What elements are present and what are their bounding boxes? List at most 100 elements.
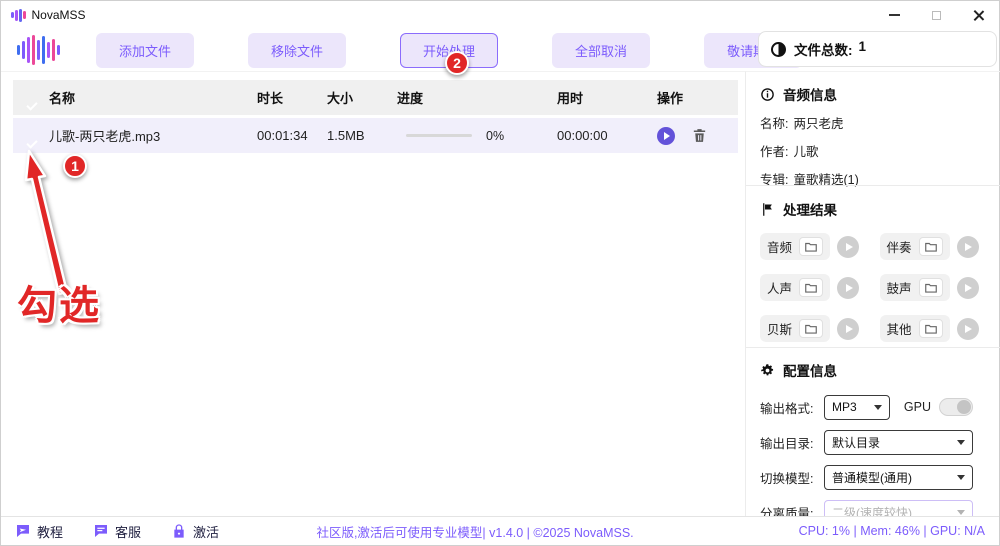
- open-folder-button[interactable]: [918, 237, 943, 256]
- titlebar-left: NovaMSS: [11, 8, 86, 22]
- file-count-panel: 文件总数: 1: [758, 31, 997, 67]
- header-actions: 操作: [657, 91, 684, 106]
- result-play-button[interactable]: [956, 235, 979, 258]
- chevron-down-icon: [957, 509, 965, 515]
- model-value: 普通模型(通用): [832, 470, 912, 485]
- tutorial-button[interactable]: 教程: [15, 522, 63, 541]
- result-label: 音频: [767, 241, 793, 255]
- audio-info-header: 音频信息: [760, 84, 991, 104]
- divider: [746, 185, 1000, 186]
- progress-bar: [406, 134, 472, 137]
- config-header: 配置信息: [760, 360, 973, 380]
- result-play-button[interactable]: [837, 276, 860, 299]
- open-folder-button[interactable]: [918, 319, 943, 338]
- model-label: 切换模型:: [760, 471, 814, 486]
- toolbar-buttons: 添加文件 移除文件 开始处理 全部取消 敬请期待: [96, 32, 803, 68]
- config-row-model: 切换模型: 普通模型(通用): [760, 464, 973, 490]
- support-label: 客服: [115, 524, 142, 540]
- audio-field-artist: 作者: 儿歌: [760, 141, 991, 160]
- folder-icon: [924, 324, 937, 334]
- flag-icon: [763, 202, 772, 216]
- trash-icon: [693, 129, 706, 142]
- output-format-select[interactable]: MP3: [824, 394, 890, 420]
- result-label: 鼓声: [886, 282, 912, 296]
- field-value: 两只老虎: [793, 117, 844, 131]
- config-row-output-dir: 输出目录: 默认目录: [760, 429, 973, 455]
- open-folder-button[interactable]: [799, 319, 824, 338]
- result-label: 贝斯: [767, 323, 793, 337]
- row-file-name: 儿歌-两只老虎.mp3: [49, 129, 161, 144]
- result-play-button[interactable]: [837, 235, 860, 258]
- config-section: 配置信息 输出格式: MP3 GPU 输出目录: 默认目录 切换模型: 普通模型…: [760, 360, 973, 534]
- result-item-other: 其他: [879, 315, 990, 342]
- results-title: 处理结果: [783, 203, 837, 218]
- result-play-button[interactable]: [956, 276, 979, 299]
- model-select[interactable]: 普通模型(通用): [824, 464, 973, 490]
- header-elapsed: 用时: [557, 91, 584, 106]
- start-processing-button[interactable]: 开始处理: [400, 32, 499, 68]
- statusbar-left: 教程 客服 激活: [15, 522, 219, 541]
- result-pill: 伴奏: [879, 233, 950, 260]
- chat-send-icon: [17, 525, 29, 537]
- config-row-format: 输出格式: MP3 GPU: [760, 394, 973, 420]
- maximize-button[interactable]: [915, 1, 957, 29]
- edition-version-text: 社区版,激活后可使用专业模型| v1.4.0 | ©2025 NovaMSS.: [316, 525, 634, 540]
- file-count-label: 文件总数:: [794, 43, 853, 58]
- row-elapsed: 00:00:00: [557, 128, 608, 143]
- app-window: NovaMSS 添加文件 移除文件 开始处理 全部取消 敬请期待 文件总数: 1…: [0, 0, 1000, 546]
- open-folder-button[interactable]: [799, 237, 824, 256]
- close-icon: [973, 10, 984, 21]
- system-metrics-text: CPU: 1% | Mem: 46% | GPU: N/A: [798, 524, 985, 538]
- result-play-button[interactable]: [956, 317, 979, 340]
- open-folder-button[interactable]: [918, 278, 943, 297]
- output-dir-value: 默认目录: [832, 435, 881, 450]
- folder-icon: [805, 242, 817, 252]
- minimize-icon: [888, 14, 900, 16]
- row-progress-cell: 0%: [397, 129, 557, 143]
- result-play-button[interactable]: [837, 317, 860, 340]
- result-item-bass: 贝斯: [760, 315, 870, 342]
- field-label: 作者:: [760, 145, 789, 159]
- chevron-down-icon: [957, 439, 965, 445]
- config-rows: 输出格式: MP3 GPU 输出目录: 默认目录 切换模型: 普通模型(通用) …: [760, 394, 973, 525]
- result-item-drums: 鼓声: [879, 274, 990, 301]
- sidebar: 音频信息 名称: 两只老虎 作者: 儿歌 专辑: 童歌精选(1) 处理结果 音频…: [746, 71, 1000, 525]
- result-pill: 其他: [879, 315, 950, 342]
- waveform-logo-icon: [17, 33, 60, 67]
- progress-value: 0%: [486, 128, 505, 143]
- row-play-button[interactable]: [657, 126, 675, 145]
- message-icon: [95, 525, 108, 537]
- close-button[interactable]: [957, 1, 999, 29]
- field-value: 儿歌: [793, 145, 819, 159]
- statusbar: 教程 客服 激活 社区版,激活后可使用专业模型| v1.4.0 | ©2025 …: [1, 516, 999, 545]
- add-files-button[interactable]: 添加文件: [96, 32, 195, 68]
- result-label: 其他: [886, 323, 912, 337]
- activate-button[interactable]: 激活: [171, 522, 219, 541]
- table-header-row: 名称 时长 大小 进度 用时 操作: [13, 80, 738, 115]
- titlebar: NovaMSS: [1, 1, 999, 29]
- open-folder-button[interactable]: [799, 278, 824, 297]
- maximize-icon: [931, 10, 941, 20]
- header-size: 大小: [327, 91, 354, 106]
- output-format-value: MP3: [832, 400, 857, 414]
- gpu-toggle[interactable]: [939, 398, 973, 416]
- result-pill: 音频: [760, 233, 831, 260]
- row-actions-cell: [657, 126, 738, 145]
- file-count-text: 文件总数: 1: [794, 39, 866, 59]
- toolbar: 添加文件 移除文件 开始处理 全部取消 敬请期待: [1, 31, 803, 69]
- result-item-accompaniment: 伴奏: [879, 233, 990, 260]
- gear-icon: [761, 363, 774, 375]
- cancel-all-button[interactable]: 全部取消: [552, 32, 651, 68]
- row-delete-button[interactable]: [691, 127, 708, 144]
- header-progress: 进度: [397, 91, 424, 106]
- remove-files-button[interactable]: 移除文件: [248, 32, 347, 68]
- audio-field-name: 名称: 两只老虎: [760, 113, 991, 132]
- table-row: 儿歌-两只老虎.mp3 00:01:34 1.5MB 0% 00:00:00: [13, 118, 738, 153]
- header-name: 名称: [49, 91, 76, 106]
- chevron-down-icon: [957, 474, 965, 480]
- support-button[interactable]: 客服: [93, 522, 141, 541]
- output-dir-select[interactable]: 默认目录: [824, 429, 973, 455]
- activate-label: 激活: [193, 524, 220, 540]
- minimize-button[interactable]: [873, 1, 915, 29]
- lock-icon: [174, 524, 184, 538]
